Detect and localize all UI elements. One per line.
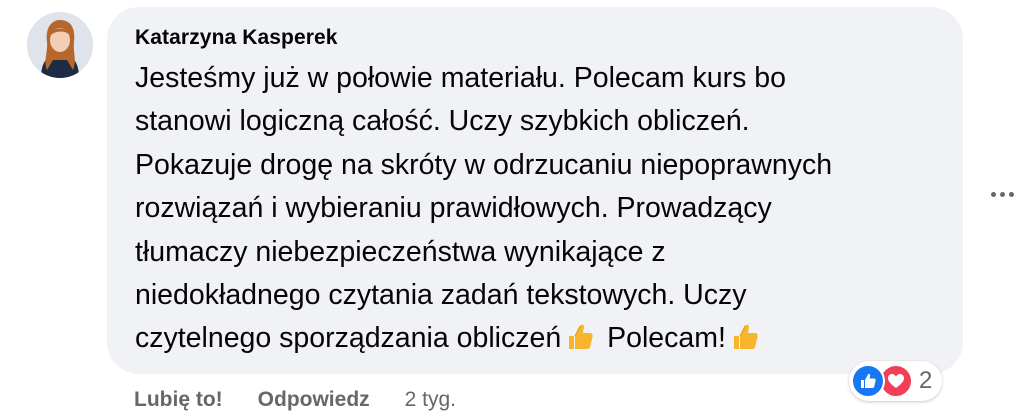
comment-container: Katarzyna Kasperek Jesteśmy już w połowi… (0, 0, 1024, 419)
thumbs-up-emoji-icon (565, 322, 595, 352)
reactions-summary[interactable]: 2 (849, 361, 943, 401)
comment-actions: Lubię to! Odpowiedz 2 tyg. (134, 387, 456, 413)
comment-line-part: czytelnego sporządzania obliczeń (135, 322, 562, 355)
like-reaction-icon (851, 364, 885, 398)
thumbs-up-emoji-icon (730, 322, 760, 352)
like-button[interactable]: Lubię to! (134, 387, 223, 413)
reaction-count: 2 (919, 367, 933, 394)
comment-text: Jesteśmy już w połowie materiału. Poleca… (135, 57, 935, 361)
comment-line: rozwiązań i wybieraniu prawidłowych. Pro… (135, 192, 772, 225)
comment-line-part: Polecam! (607, 322, 726, 355)
more-options-button[interactable] (982, 182, 1022, 206)
comment-timestamp[interactable]: 2 tyg. (405, 387, 456, 413)
avatar[interactable] (27, 12, 93, 78)
comment-author[interactable]: Katarzyna Kasperek (135, 25, 937, 51)
comment-line: stanowi logiczną całość. Uczy szybkich o… (135, 105, 750, 138)
comment-line: Jesteśmy już w połowie materiału. Poleca… (135, 62, 787, 94)
more-dot-icon (1008, 191, 1014, 197)
comment-line-last: czytelnego sporządzania obliczeń Polecam… (135, 317, 935, 360)
comment-bubble: Katarzyna Kasperek Jesteśmy już w połowi… (107, 7, 963, 374)
reply-button[interactable]: Odpowiedz (258, 387, 370, 413)
comment-line: niedokładnego czytania zadań tekstowych.… (135, 279, 747, 312)
comment-line: tłumaczy niebezpieczeństwa wynikające z (135, 235, 666, 268)
comment-line: Pokazuje drogę na skróty w odrzucaniu ni… (135, 148, 833, 181)
avatar-photo (27, 12, 93, 78)
more-dot-icon (999, 191, 1005, 197)
more-dot-icon (990, 191, 996, 197)
